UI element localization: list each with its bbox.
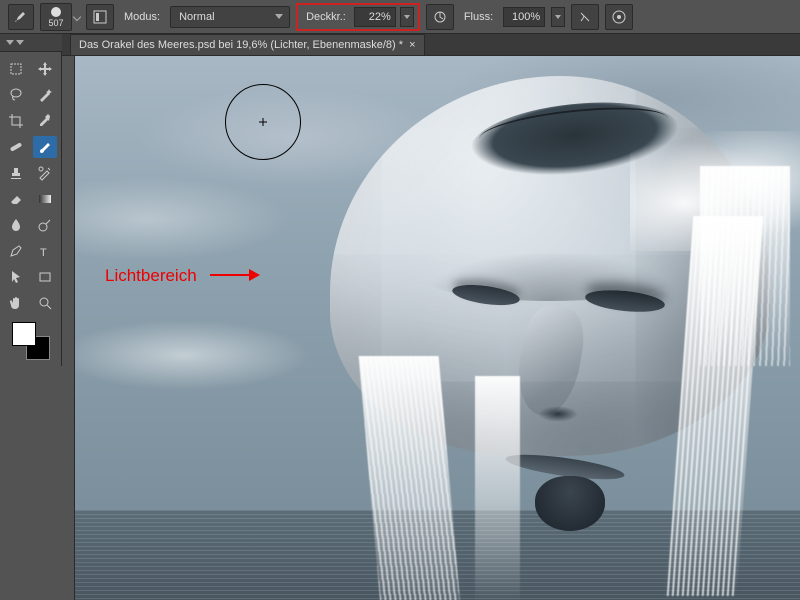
- dodge-tool[interactable]: [33, 214, 58, 236]
- gradient-icon: [37, 191, 53, 207]
- brush-tool[interactable]: [33, 136, 58, 158]
- opacity-label: Deckkr.:: [306, 11, 346, 23]
- gradient-tool[interactable]: [33, 188, 58, 210]
- path-select-tool[interactable]: [4, 266, 29, 288]
- annotation-label: Lichtbereich: [105, 266, 197, 286]
- hand-tool[interactable]: [4, 292, 29, 314]
- shape-tool[interactable]: [33, 266, 58, 288]
- arrow-icon: [8, 269, 24, 285]
- tablet-pressure-icon: [432, 9, 448, 25]
- brush-dot-icon: [51, 7, 61, 17]
- canvas[interactable]: Lichtbereich: [75, 56, 800, 600]
- heal-tool[interactable]: [4, 136, 29, 158]
- move-tool[interactable]: [33, 58, 58, 80]
- crop-icon: [8, 113, 24, 129]
- blend-mode-dropdown[interactable]: Normal: [170, 6, 290, 28]
- lasso-icon: [8, 87, 24, 103]
- lasso-tool[interactable]: [4, 84, 29, 106]
- options-bar: 507 Modus: Normal Deckkr.: 22% Fluss: 10…: [0, 0, 800, 34]
- chevron-down-icon: [6, 40, 14, 45]
- flow-dropdown[interactable]: [551, 7, 565, 27]
- zoom-icon: [37, 295, 53, 311]
- hand-icon: [8, 295, 24, 311]
- eraser-icon: [8, 191, 24, 207]
- zoom-tool[interactable]: [33, 292, 58, 314]
- rectangle-icon: [37, 269, 53, 285]
- tool-preset-picker[interactable]: [8, 4, 34, 30]
- crop-tool[interactable]: [4, 110, 29, 132]
- quick-select-tool[interactable]: [33, 84, 58, 106]
- panel-icon: [92, 9, 108, 25]
- chevron-down-icon: [16, 40, 24, 45]
- color-swatches[interactable]: [12, 322, 50, 360]
- tools-collapse-handle[interactable]: [0, 34, 62, 52]
- stamp-icon: [8, 165, 24, 181]
- droplet-icon: [8, 217, 24, 233]
- close-icon[interactable]: ×: [409, 39, 415, 51]
- pressure-size-toggle[interactable]: [605, 4, 633, 30]
- move-icon: [37, 61, 53, 77]
- ruler-gutter: [62, 56, 75, 600]
- pressure-opacity-toggle[interactable]: [426, 4, 454, 30]
- bandaid-icon: [8, 139, 24, 155]
- brush-preset-picker[interactable]: 507: [40, 3, 72, 31]
- pen-icon: [8, 243, 24, 259]
- brush-cursor: [225, 84, 301, 160]
- blur-tool[interactable]: [4, 214, 29, 236]
- tablet-size-icon: [611, 9, 627, 25]
- flow-value: 100%: [512, 11, 540, 23]
- brush-size-value: 507: [48, 18, 63, 28]
- flow-label: Fluss:: [464, 11, 493, 23]
- flow-input[interactable]: 100%: [503, 7, 545, 27]
- opacity-dropdown[interactable]: [400, 7, 414, 27]
- blend-mode-value: Normal: [179, 11, 214, 23]
- wand-icon: [37, 87, 53, 103]
- foreground-swatch[interactable]: [12, 322, 36, 346]
- history-brush-icon: [37, 165, 53, 181]
- move-tool[interactable]: [4, 58, 29, 80]
- airbrush-toggle[interactable]: [571, 4, 599, 30]
- document-tab[interactable]: Das Orakel des Meeres.psd bei 19,6% (Lic…: [70, 34, 425, 55]
- dodge-icon: [37, 217, 53, 233]
- tools-panel: T: [0, 52, 62, 366]
- brush-panel-toggle[interactable]: [86, 4, 114, 30]
- svg-text:T: T: [40, 247, 47, 259]
- eyedropper-tool[interactable]: [33, 110, 58, 132]
- opacity-control-highlighted: Deckkr.: 22%: [296, 3, 420, 31]
- type-tool[interactable]: T: [33, 240, 58, 262]
- opacity-value: 22%: [369, 11, 391, 23]
- marquee-icon: [8, 61, 24, 77]
- document-title: Das Orakel des Meeres.psd bei 19,6% (Lic…: [79, 39, 403, 51]
- brush-icon: [13, 9, 29, 25]
- artwork-head: [270, 76, 800, 600]
- mode-label: Modus:: [124, 11, 160, 23]
- document-tab-bar: Das Orakel des Meeres.psd bei 19,6% (Lic…: [62, 34, 800, 56]
- annotation-arrow-icon: [210, 274, 258, 276]
- stamp-tool[interactable]: [4, 162, 29, 184]
- eraser-tool[interactable]: [4, 188, 29, 210]
- pen-tool[interactable]: [4, 240, 29, 262]
- history-brush-tool[interactable]: [33, 162, 58, 184]
- type-icon: T: [37, 243, 53, 259]
- brush-icon: [37, 139, 53, 155]
- eyedropper-icon: [37, 113, 53, 129]
- airbrush-icon: [577, 9, 593, 25]
- opacity-input[interactable]: 22%: [354, 7, 396, 27]
- chevron-down-icon[interactable]: [73, 12, 81, 20]
